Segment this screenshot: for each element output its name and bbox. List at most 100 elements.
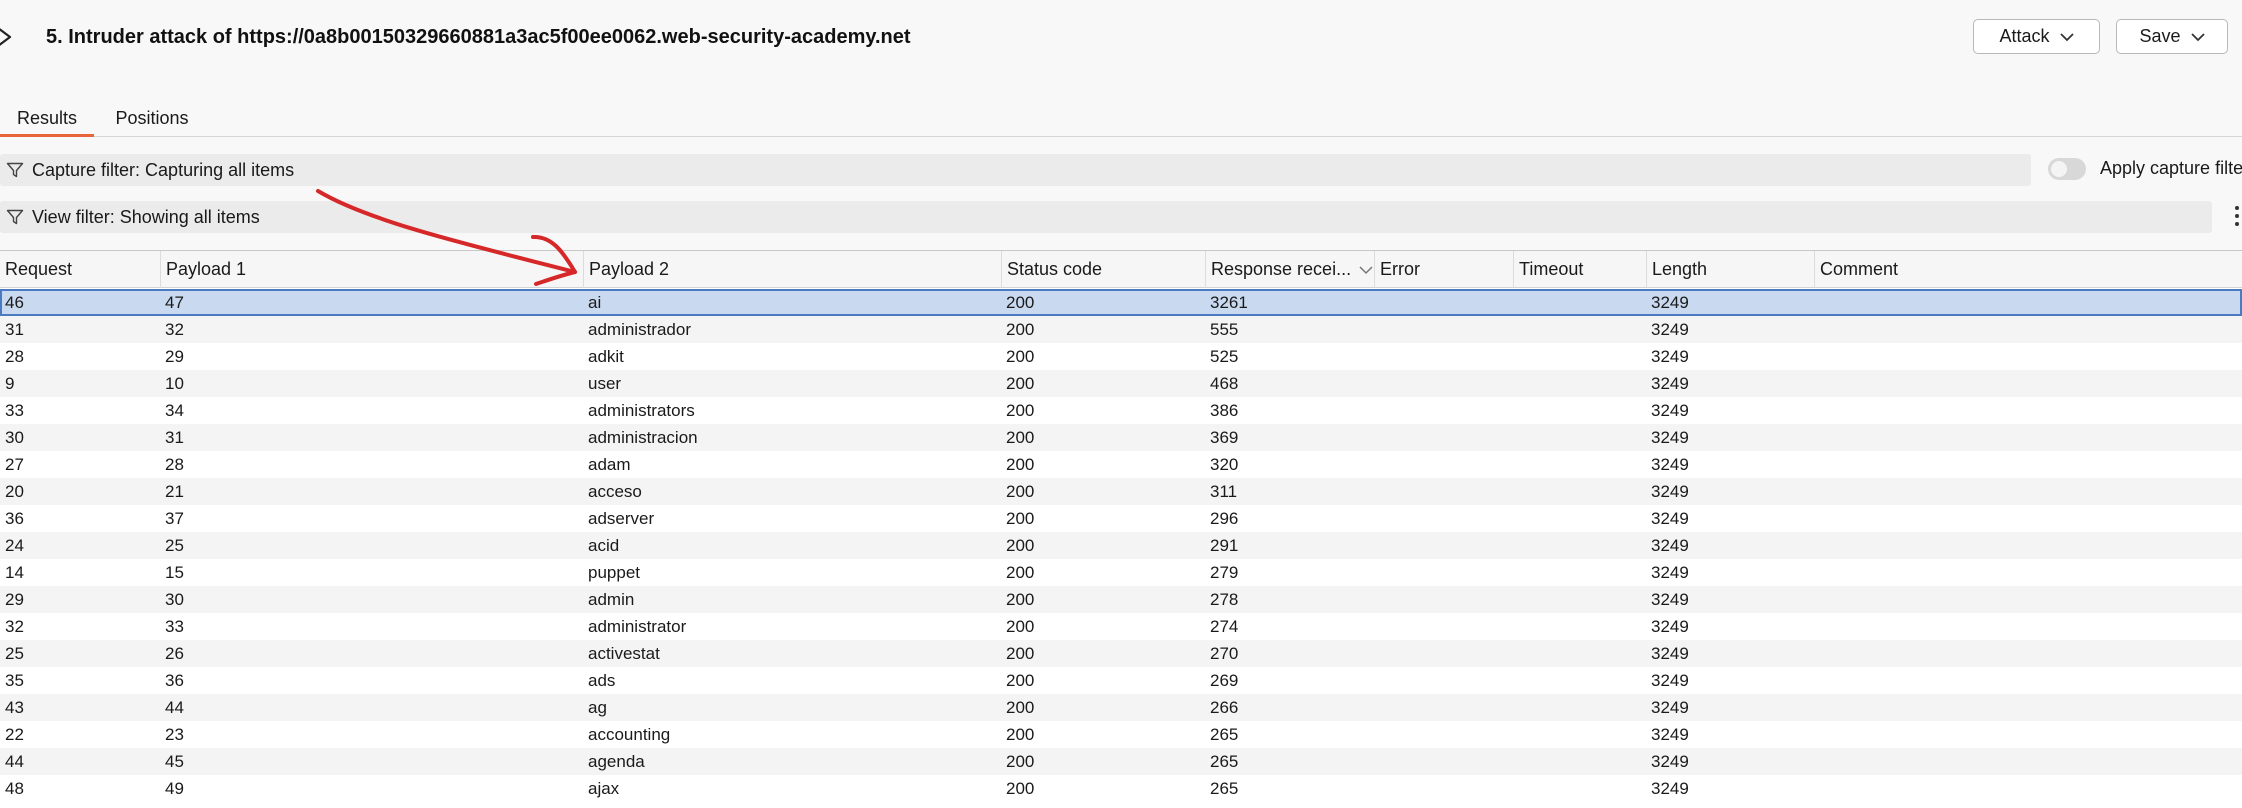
cell-request: 31: [5, 319, 24, 339]
save-button-label: Save: [2139, 26, 2181, 46]
cell-request: 46: [5, 292, 24, 312]
cell-comment: [1814, 478, 2242, 505]
attack-menu-button[interactable]: Attack: [1973, 19, 2100, 54]
column-header-payload-1[interactable]: Payload 1: [160, 251, 583, 288]
table-row[interactable]: 30 31 administracion 200 369 3249: [0, 424, 2242, 451]
cell-error: [1374, 316, 1513, 343]
table-row[interactable]: 24 25 acid 200 291 3249: [0, 532, 2242, 559]
cell-payload-2: puppet: [588, 562, 640, 582]
cell-length: 3249: [1651, 778, 1689, 798]
table-row[interactable]: 36 37 adserver 200 296 3249: [0, 505, 2242, 532]
cell-timeout: [1513, 613, 1646, 640]
column-header-status-code[interactable]: Status code: [1001, 251, 1205, 288]
column-header-error[interactable]: Error: [1374, 251, 1513, 288]
table-row[interactable]: 44 45 agenda 200 265 3249: [0, 748, 2242, 775]
cell-response-received: 266: [1210, 697, 1239, 717]
view-filter-bar[interactable]: View filter: Showing all items: [0, 201, 2212, 233]
column-header-timeout[interactable]: Timeout: [1513, 251, 1646, 288]
cell-payload-1: 10: [165, 373, 184, 393]
cell-payload-1: 21: [165, 481, 184, 501]
cell-payload-2: administracion: [588, 427, 698, 447]
cell-status-code: 200: [1006, 400, 1035, 420]
cell-payload-1: 33: [165, 616, 184, 636]
cell-error: [1374, 721, 1513, 748]
table-row[interactable]: 22 23 accounting 200 265 3249: [0, 721, 2242, 748]
cell-comment: [1814, 397, 2242, 424]
intruder-icon: [0, 28, 12, 46]
cell-response-received: 274: [1210, 616, 1239, 636]
column-header-comment[interactable]: Comment: [1814, 251, 2242, 288]
cell-status-code: 200: [1006, 481, 1035, 501]
cell-request: 43: [5, 697, 24, 717]
cell-payload-2: ads: [588, 670, 616, 690]
column-header-length[interactable]: Length: [1646, 251, 1814, 288]
cell-request: 28: [5, 346, 24, 366]
cell-error: [1374, 424, 1513, 451]
table-row[interactable]: 35 36 ads 200 269 3249: [0, 667, 2242, 694]
cell-response-received: 291: [1210, 535, 1239, 555]
table-row[interactable]: 46 47 ai 200 3261 3249: [0, 289, 2242, 316]
cell-request: 20: [5, 481, 24, 501]
table-row[interactable]: 43 44 ag 200 266 3249: [0, 694, 2242, 721]
table-row[interactable]: 20 21 acceso 200 311 3249: [0, 478, 2242, 505]
cell-length: 3249: [1651, 589, 1689, 609]
cell-response-received: 320: [1210, 454, 1239, 474]
cell-request: 48: [5, 778, 24, 798]
cell-comment: [1814, 370, 2242, 397]
cell-length: 3249: [1651, 508, 1689, 528]
table-row[interactable]: 9 10 user 200 468 3249: [0, 370, 2242, 397]
table-row[interactable]: 31 32 administrador 200 555 3249: [0, 316, 2242, 343]
vertical-ellipsis-icon[interactable]: [2234, 204, 2240, 230]
cell-comment: [1814, 586, 2242, 613]
cell-payload-2: administrator: [588, 616, 687, 636]
column-header-response-received[interactable]: Response recei...: [1205, 251, 1374, 288]
table-body: 46 47 ai 200 3261 3249 31 32 administrador 200 555…: [0, 289, 2242, 802]
cell-payload-1: 47: [165, 292, 184, 312]
cell-comment: [1814, 613, 2242, 640]
cell-payload-1: 37: [165, 508, 184, 528]
cell-payload-2: ai: [588, 292, 602, 312]
cell-request: 22: [5, 724, 24, 744]
cell-request: 32: [5, 616, 24, 636]
cell-response-received: 269: [1210, 670, 1239, 690]
cell-payload-2: admin: [588, 589, 635, 609]
table-row[interactable]: 33 34 administrators 200 386 3249: [0, 397, 2242, 424]
cell-payload-1: 26: [165, 643, 184, 663]
table-row[interactable]: 28 29 adkit 200 525 3249: [0, 343, 2242, 370]
cell-length: 3249: [1651, 400, 1689, 420]
cell-error: [1374, 289, 1513, 316]
capture-filter-bar[interactable]: Capture filter: Capturing all items: [0, 154, 2031, 186]
cell-payload-1: 23: [165, 724, 184, 744]
cell-length: 3249: [1651, 319, 1689, 339]
funnel-icon: [6, 162, 24, 178]
apply-capture-filter-toggle[interactable]: [2048, 158, 2086, 180]
tab-results[interactable]: Results: [0, 100, 94, 137]
cell-request: 25: [5, 643, 24, 663]
cell-status-code: 200: [1006, 292, 1035, 312]
table-row[interactable]: 14 15 puppet 200 279 3249: [0, 559, 2242, 586]
cell-comment: [1814, 694, 2242, 721]
cell-response-received: 525: [1210, 346, 1239, 366]
column-header-payload-2[interactable]: Payload 2: [583, 251, 1001, 288]
table-row[interactable]: 29 30 admin 200 278 3249: [0, 586, 2242, 613]
cell-status-code: 200: [1006, 697, 1035, 717]
cell-payload-2: agenda: [588, 751, 645, 771]
funnel-icon: [6, 209, 24, 225]
tab-positions[interactable]: Positions: [104, 100, 200, 136]
table-row[interactable]: 27 28 adam 200 320 3249: [0, 451, 2242, 478]
save-menu-button[interactable]: Save: [2116, 19, 2228, 54]
table-row[interactable]: 25 26 activestat 200 270 3249: [0, 640, 2242, 667]
cell-error: [1374, 397, 1513, 424]
cell-request: 24: [5, 535, 24, 555]
title-bar: 5. Intruder attack of https://0a8b001503…: [0, 0, 2242, 78]
cell-response-received: 278: [1210, 589, 1239, 609]
cell-request: 30: [5, 427, 24, 447]
column-header-request[interactable]: Request: [0, 251, 160, 288]
cell-response-received: 265: [1210, 778, 1239, 798]
cell-length: 3249: [1651, 724, 1689, 744]
cell-error: [1374, 613, 1513, 640]
capture-filter-label: Capture filter: Capturing all items: [32, 159, 295, 180]
table-row[interactable]: 48 49 ajax 200 265 3249: [0, 775, 2242, 802]
table-row[interactable]: 32 33 administrator 200 274 3249: [0, 613, 2242, 640]
cell-status-code: 200: [1006, 616, 1035, 636]
